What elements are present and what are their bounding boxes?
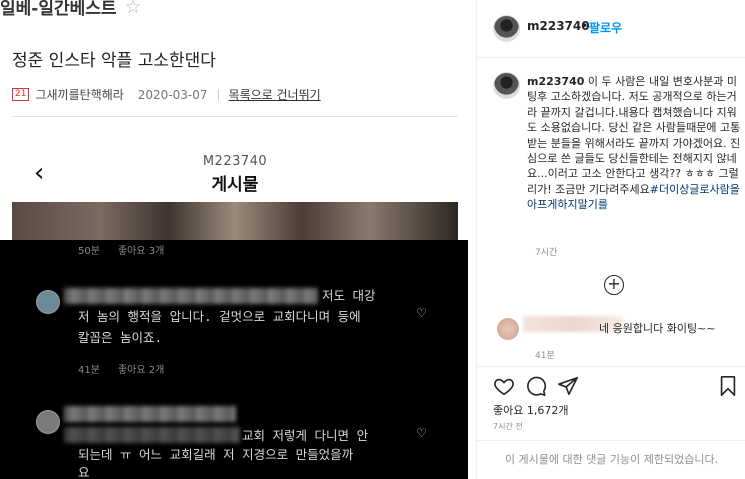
- follow-button[interactable]: 팔로우: [589, 19, 622, 36]
- top-meta-time: 50분: [78, 246, 100, 257]
- caption-time: 7시간: [535, 248, 558, 258]
- comment-avatar[interactable]: [497, 318, 519, 340]
- comment-time: 41분: [535, 351, 555, 361]
- blurred-username: [64, 288, 318, 304]
- comment-avatar: [36, 410, 60, 434]
- comment2-line2: 되는데 ㅠ 어느 교회길래 저 지경으로 만들었을까: [78, 447, 354, 462]
- embedded-screenshot: ‹ M223740 게시물: [12, 150, 458, 242]
- instagram-post-panel: m223740 • 팔로우 m223740 이 두 사람은 내일 변호사분과 미…: [476, 0, 745, 479]
- separator-dot: •: [581, 19, 589, 33]
- board-post-panel: 일베-일간베스트 ☆ 정준 인스타 악플 고소한댄다 21 그새끼를탄핵해라 2…: [0, 0, 468, 479]
- comment2-line3: 요: [78, 465, 90, 479]
- comment1-line3: 칼꼽은 놈이죠.: [78, 330, 163, 345]
- skip-to-list-link[interactable]: 목록으로 건너뛰기: [229, 86, 321, 103]
- comment1-likes: 좋아요 2개: [117, 365, 165, 376]
- top-meta: 50분 좋아요 3개: [78, 242, 164, 257]
- heart-icon: ♡: [417, 304, 427, 322]
- comment-avatar: [36, 290, 60, 314]
- load-more-comments-button[interactable]: +: [604, 275, 624, 295]
- star-icon[interactable]: ☆: [125, 0, 142, 18]
- caption-username[interactable]: m223740: [527, 75, 584, 88]
- board-header: 일베-일간베스트 ☆: [0, 0, 142, 19]
- comment1-time: 41분: [78, 365, 100, 376]
- heart-icon: ♡: [417, 424, 427, 442]
- top-meta-likes: 좋아요 3개: [117, 246, 165, 257]
- post-header: m223740 • 팔로우: [477, 0, 745, 58]
- divider: [12, 116, 458, 117]
- comment-text: 네 응원합니다 화이팅~~: [599, 322, 716, 335]
- comment2-tail: 교회 저렇게 다니면 안: [242, 428, 369, 443]
- post-title: 정준 인스타 악플 고소한댄다: [12, 51, 216, 71]
- avatar[interactable]: [493, 15, 520, 42]
- likes-count[interactable]: 좋아요 1,672개: [493, 402, 568, 418]
- post-caption: m223740 이 두 사람은 내일 변호사분과 미팅후 고소하겠습니다. 저도…: [527, 74, 743, 213]
- comment-icon[interactable]: [525, 375, 547, 397]
- comments-restricted-notice: 이 게시물에 대한 댓글 기능이 제한되었습니다.: [477, 440, 745, 479]
- blurred-text: [64, 427, 240, 443]
- board-title[interactable]: 일베-일간베스트: [0, 0, 117, 19]
- post-date: 2020-03-07: [137, 87, 208, 102]
- embedded-comments-screenshot: 50분 좋아요 3개 저도 대강 저 놈의 행적을 압니다. 겉멋으로 교회다니며…: [0, 240, 468, 479]
- heart-icon[interactable]: [493, 375, 515, 397]
- meta-divider: [217, 88, 219, 101]
- comment1-tail: 저도 대강: [322, 288, 376, 303]
- comment1-line2: 저 놈의 행적을 압니다. 겉멋으로 교회다니며 등에: [78, 309, 361, 324]
- caption-text: 이 두 사람은 내일 변호사분과 미팅후 고소하겠습니다. 저도 공개적으로 하…: [527, 75, 741, 196]
- screenshot-photo: [12, 202, 458, 242]
- screenshot-page-title: 게시물: [211, 175, 259, 195]
- screenshot-username: M223740: [202, 154, 268, 169]
- plus-icon: +: [607, 274, 621, 293]
- author-level-badge: 21: [12, 88, 30, 101]
- bookmark-icon[interactable]: [717, 375, 739, 397]
- blurred-username: [64, 406, 236, 422]
- caption-avatar[interactable]: [493, 72, 520, 99]
- post-meta: 21 그새끼를탄핵해라 2020-03-07 목록으로 건너뛰기: [12, 86, 321, 103]
- post-timestamp: 7시간 전: [493, 422, 523, 431]
- share-icon[interactable]: [557, 375, 579, 397]
- author-name[interactable]: 그새끼를탄핵해라: [35, 86, 123, 103]
- comment1-meta: 41분 좋아요 2개: [78, 361, 164, 376]
- action-bar: [477, 366, 745, 402]
